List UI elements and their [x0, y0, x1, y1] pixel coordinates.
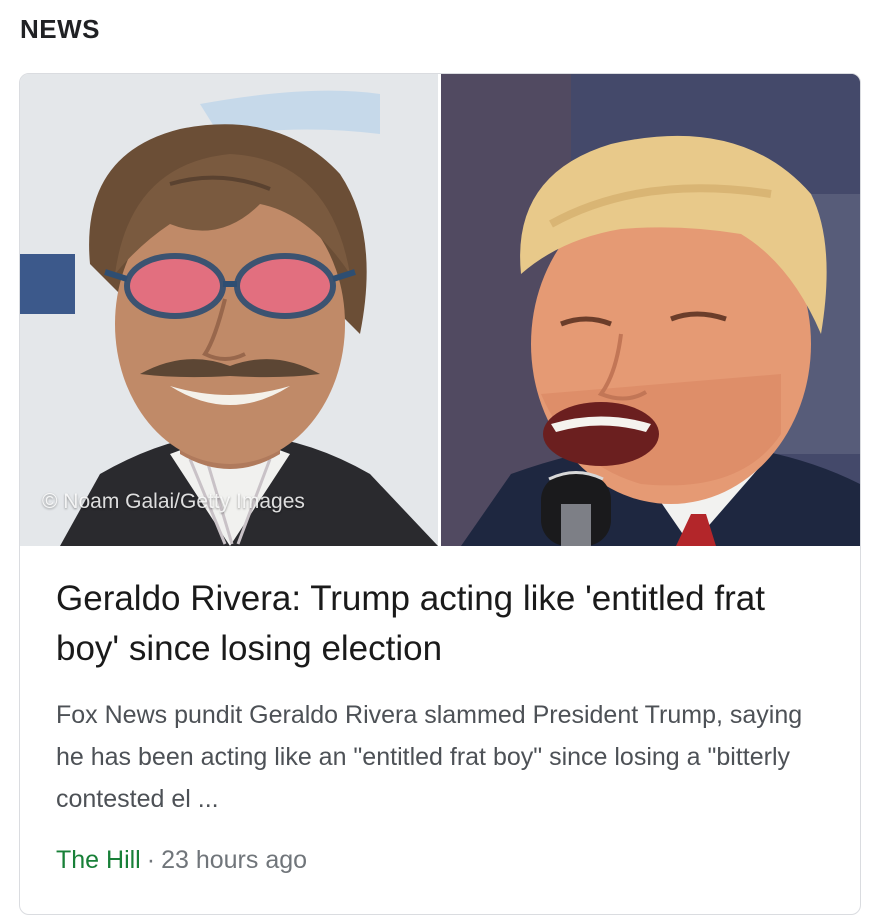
article-timestamp: 23 hours ago: [161, 846, 308, 874]
article-thumbnail-right[interactable]: [441, 74, 860, 546]
meta-separator: ·: [146, 846, 156, 874]
article-meta: The Hill · 23 hours ago: [56, 840, 307, 880]
article-source[interactable]: The Hill: [56, 846, 141, 874]
article-thumbnail-left[interactable]: [20, 74, 438, 546]
image-credit: © Noam Galai/Getty Images: [42, 490, 305, 513]
section-title: NEWS: [20, 14, 100, 44]
portrait-left-image: [20, 74, 438, 546]
article-headline[interactable]: Geraldo Rivera: Trump acting like 'entit…: [56, 574, 836, 674]
article-snippet: Fox News pundit Geraldo Rivera slammed P…: [56, 701, 803, 813]
portrait-right-image: [441, 74, 860, 546]
news-card[interactable]: © Noam Galai/Getty Images Geraldo Rivera…: [19, 73, 861, 915]
